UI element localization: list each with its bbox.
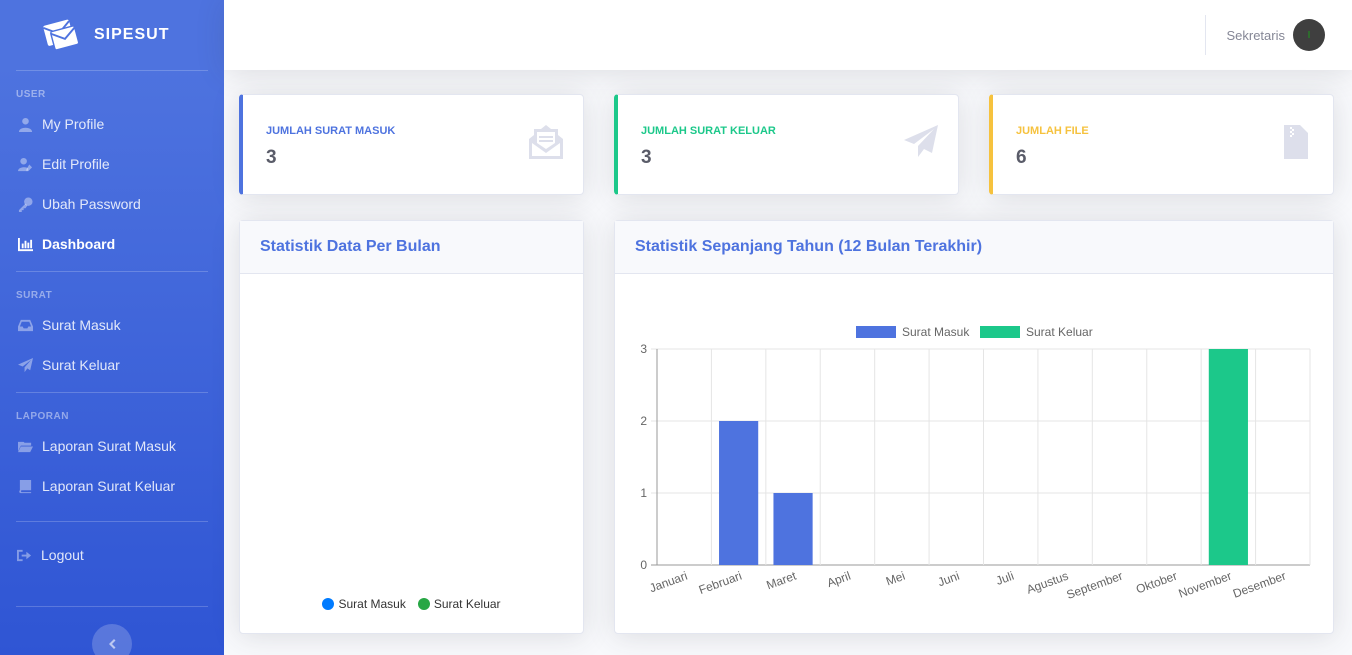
brand[interactable]: SIPESUT <box>0 0 224 70</box>
stat-label: JUMLAH SURAT MASUK <box>266 125 396 137</box>
legend-swatch <box>856 326 896 338</box>
legend-label: Surat Keluar <box>433 597 501 611</box>
topbar: Sekretaris <box>224 0 1352 70</box>
chevron-left-icon <box>109 639 116 649</box>
x-tick-label: Oktober <box>1134 569 1179 597</box>
x-tick-label: Desember <box>1231 569 1288 601</box>
legend-label: Surat Masuk <box>902 325 970 339</box>
sidebar-item-label: Laporan Surat Masuk <box>42 438 176 454</box>
sidebar-heading-surat: SURAT <box>16 290 53 301</box>
sidebar-item-laporan-surat-masuk[interactable]: Laporan Surat Masuk <box>0 426 224 466</box>
topbar-divider <box>1205 15 1206 55</box>
sidebar-item-label: Edit Profile <box>42 156 110 172</box>
stat-label: JUMLAH FILE <box>1016 125 1089 137</box>
x-tick-label: Agustus <box>1025 569 1071 597</box>
stat-card-surat-keluar: JUMLAH SURAT KELUAR 3 <box>614 94 959 195</box>
bar-surat-keluar <box>1208 349 1248 565</box>
x-tick-label: Juni <box>936 569 961 590</box>
sidebar-item-label: Ubah Password <box>42 196 141 212</box>
stat-value: 3 <box>266 147 277 168</box>
x-tick-label: Januari <box>647 569 689 596</box>
sidebar-item-label: Surat Masuk <box>42 317 121 333</box>
chart-card-sepanjang-tahun: Statistik Sepanjang Tahun (12 Bulan Tera… <box>614 220 1334 634</box>
x-tick-label: Februari <box>697 569 744 597</box>
sidebar-item-surat-keluar[interactable]: Surat Keluar <box>0 345 224 385</box>
card-title: Statistik Data Per Bulan <box>260 238 441 255</box>
sidebar-item-edit-profile[interactable]: Edit Profile <box>0 144 224 184</box>
sidebar-heading-laporan: LAPORAN <box>16 411 69 422</box>
sign-out-icon <box>16 547 32 563</box>
card-header: Statistik Data Per Bulan <box>240 221 583 274</box>
file-archive-icon <box>1279 125 1313 159</box>
brand-name: SIPESUT <box>94 26 170 43</box>
bar-surat-masuk <box>773 493 813 565</box>
x-tick-label: Mei <box>884 569 907 589</box>
logout-label: Logout <box>41 547 84 563</box>
chart-bar-icon <box>17 236 33 252</box>
legend-dot <box>417 598 430 610</box>
stat-card-jumlah-file: JUMLAH FILE 6 <box>989 94 1334 195</box>
bar-chart: 0 1 2 3 Januari Februari Maret April Mei Juni Juli… <box>640 325 1311 602</box>
sidebar-item-label: Dashboard <box>42 236 116 252</box>
x-tick-label: Juli <box>994 569 1016 588</box>
x-tick-label: Maret <box>764 568 798 592</box>
envelope-open-text-icon <box>529 125 563 159</box>
sidebar-divider <box>16 521 208 522</box>
chart-card-per-bulan: Statistik Data Per Bulan Surat Masuk Sur… <box>239 220 584 634</box>
sidebar-item-my-profile[interactable]: My Profile <box>0 104 224 144</box>
stat-value: 3 <box>641 147 652 168</box>
sidebar-item-dashboard[interactable]: Dashboard <box>0 224 224 264</box>
y-tick-label: 0 <box>640 558 647 572</box>
user-edit-icon <box>17 156 33 172</box>
stat-value: 6 <box>1016 147 1027 168</box>
avatar[interactable] <box>1293 19 1325 51</box>
legend-label: Surat Keluar <box>1026 325 1093 339</box>
envelope-logo-icon <box>43 19 80 51</box>
legend-swatch <box>980 326 1020 338</box>
user-icon <box>17 116 33 132</box>
sidebar-item-laporan-surat-keluar[interactable]: Laporan Surat Keluar <box>0 466 224 506</box>
folder-open-icon <box>17 438 33 454</box>
user-name[interactable]: Sekretaris <box>1226 28 1285 43</box>
stat-card-surat-masuk: JUMLAH SURAT MASUK 3 <box>239 94 584 195</box>
legend-label: Surat Masuk <box>338 597 406 611</box>
key-icon <box>17 196 33 212</box>
stat-label: JUMLAH SURAT KELUAR <box>641 125 776 137</box>
sidebar-item-label: My Profile <box>42 116 105 132</box>
sidebar-toggle-button[interactable] <box>92 624 132 655</box>
sidebar: SIPESUT USER My Profile Edit Profile Uba… <box>0 0 224 655</box>
x-tick-label: November <box>1177 569 1234 601</box>
sidebar-item-surat-masuk[interactable]: Surat Masuk <box>0 305 224 345</box>
sidebar-item-label: Surat Keluar <box>42 357 120 373</box>
legend-item-surat-keluar[interactable]: Surat Keluar <box>417 597 501 611</box>
y-tick-label: 3 <box>640 342 647 356</box>
pie-legend: Surat Masuk Surat Keluar <box>240 597 583 611</box>
sidebar-item-ubah-password[interactable]: Ubah Password <box>0 184 224 224</box>
sidebar-item-logout[interactable]: Logout <box>0 535 224 575</box>
legend-dot <box>322 598 335 610</box>
sidebar-item-label: Laporan Surat Keluar <box>42 478 176 494</box>
paper-plane-icon <box>17 357 33 373</box>
sidebar-heading-user: USER <box>16 89 46 100</box>
x-tick-label: April <box>825 569 852 590</box>
sidebar-divider <box>16 606 208 607</box>
y-tick-label: 2 <box>640 414 647 428</box>
book-icon <box>17 478 33 494</box>
paper-plane-icon <box>904 125 938 159</box>
legend-item-surat-masuk[interactable]: Surat Masuk <box>322 597 406 611</box>
inbox-icon <box>17 317 33 333</box>
y-tick-label: 1 <box>640 486 647 500</box>
bar-surat-masuk <box>719 421 759 565</box>
x-tick-label: September <box>1065 569 1125 602</box>
